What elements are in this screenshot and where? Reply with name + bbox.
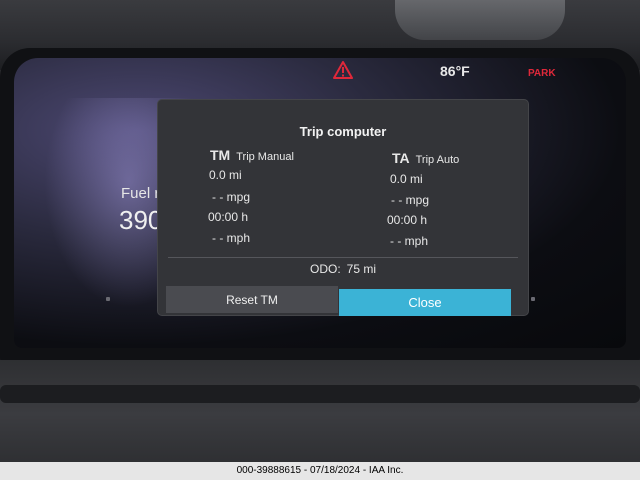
- fuel-range-value: 390: [119, 205, 163, 235]
- warning-triangle-icon: [333, 61, 353, 79]
- steering-wheel: [395, 0, 565, 40]
- ta-time: 00:00 h: [387, 213, 428, 227]
- trip-manual-header: TM Trip Manual: [210, 147, 294, 163]
- dialog-title: Trip computer: [299, 124, 387, 139]
- tm-distance: 0.0 mi: [209, 168, 242, 182]
- trip-auto-code: TA: [392, 150, 410, 166]
- gauge-tick: [106, 297, 110, 301]
- gear-indicator: PARK: [528, 68, 556, 79]
- trip-auto-name: Trip Auto: [415, 154, 460, 166]
- dialog-divider: [168, 257, 518, 258]
- trip-auto-header: TA Trip Auto: [392, 150, 459, 166]
- trip-manual-name: Trip Manual: [236, 151, 294, 163]
- odometer: ODO: 75 mi: [158, 262, 528, 276]
- ta-economy: - - mpg: [391, 193, 430, 207]
- close-button[interactable]: Close: [339, 289, 511, 316]
- dashboard-trim: [0, 385, 640, 403]
- tm-economy: - - mpg: [212, 190, 251, 204]
- reset-tm-button[interactable]: Reset TM: [166, 286, 338, 313]
- tm-speed: - - mph: [212, 231, 251, 245]
- odometer-value: 75 mi: [346, 262, 376, 276]
- outside-temperature: 86°F: [440, 63, 470, 79]
- ta-distance: 0.0 mi: [390, 172, 423, 186]
- trip-computer-dialog: Trip computer TM Trip Manual 0.0 mi - - m…: [158, 100, 528, 316]
- ta-speed: - - mph: [390, 234, 429, 248]
- tm-time: 00:00 h: [208, 210, 249, 224]
- gauge-tick: [531, 297, 535, 301]
- odometer-label: ODO:: [309, 262, 341, 276]
- image-caption: 000-39888615 - 07/18/2024 - IAA Inc.: [0, 462, 640, 480]
- trip-manual-code: TM: [210, 147, 231, 163]
